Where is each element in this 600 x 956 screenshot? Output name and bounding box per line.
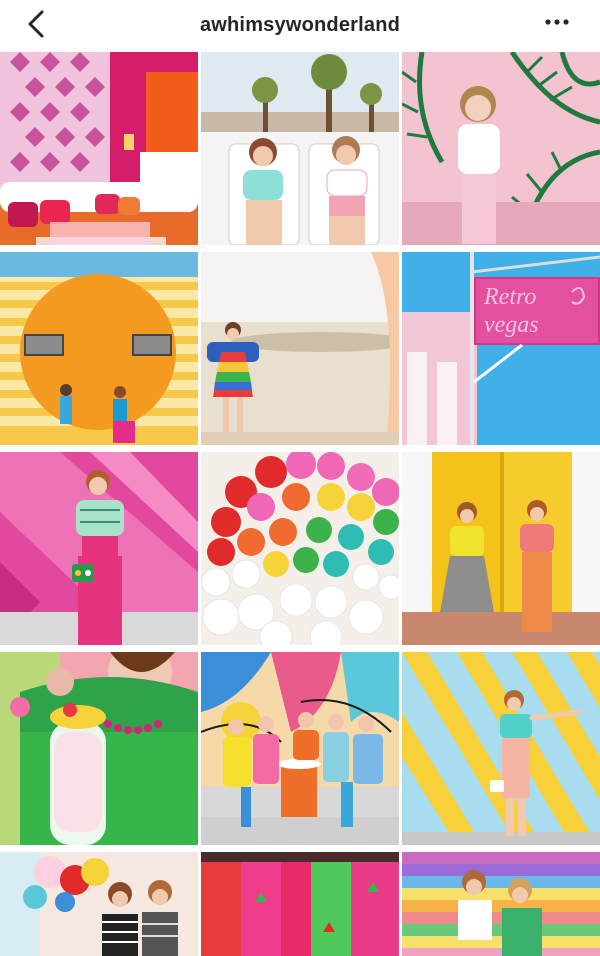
back-button[interactable] <box>22 8 52 40</box>
post-image <box>201 452 399 645</box>
post-thumbnail-3[interactable] <box>402 52 600 245</box>
post-image <box>201 52 399 245</box>
more-options-button[interactable] <box>542 14 572 30</box>
post-image <box>402 452 600 645</box>
post-thumbnail-12[interactable] <box>402 652 600 845</box>
post-image: Retro vegas <box>402 252 600 445</box>
post-thumbnail-8[interactable] <box>201 452 399 645</box>
post-thumbnail-15[interactable] <box>402 852 600 956</box>
post-image <box>402 852 600 956</box>
post-thumbnail-1[interactable] <box>0 52 198 245</box>
post-image <box>0 52 198 245</box>
ellipsis-icon <box>545 19 569 25</box>
post-image <box>0 452 198 645</box>
svg-text:vegas: vegas <box>484 312 539 338</box>
post-thumbnail-13[interactable] <box>0 852 198 956</box>
post-image <box>0 252 198 445</box>
post-image <box>0 652 198 845</box>
post-image <box>201 652 399 845</box>
post-image <box>402 652 600 845</box>
profile-header: awhimsywonderland <box>0 0 600 50</box>
post-thumbnail-7[interactable] <box>0 452 198 645</box>
post-image <box>402 52 600 245</box>
post-thumbnail-6[interactable]: Retro vegas <box>402 252 600 445</box>
post-image <box>201 252 399 445</box>
post-thumbnail-4[interactable] <box>0 252 198 445</box>
post-thumbnail-10[interactable] <box>0 652 198 845</box>
post-thumbnail-14[interactable] <box>201 852 399 956</box>
post-thumbnail-11[interactable] <box>201 652 399 845</box>
post-thumbnail-5[interactable] <box>201 252 399 445</box>
post-thumbnail-9[interactable] <box>402 452 600 645</box>
post-thumbnail-2[interactable] <box>201 52 399 245</box>
profile-username: awhimsywonderland <box>199 13 401 36</box>
post-image <box>0 852 198 956</box>
post-grid: Retro vegas <box>0 52 600 956</box>
post-image <box>201 852 399 956</box>
svg-text:Retro: Retro <box>483 284 536 310</box>
chevron-left-icon <box>28 10 44 38</box>
